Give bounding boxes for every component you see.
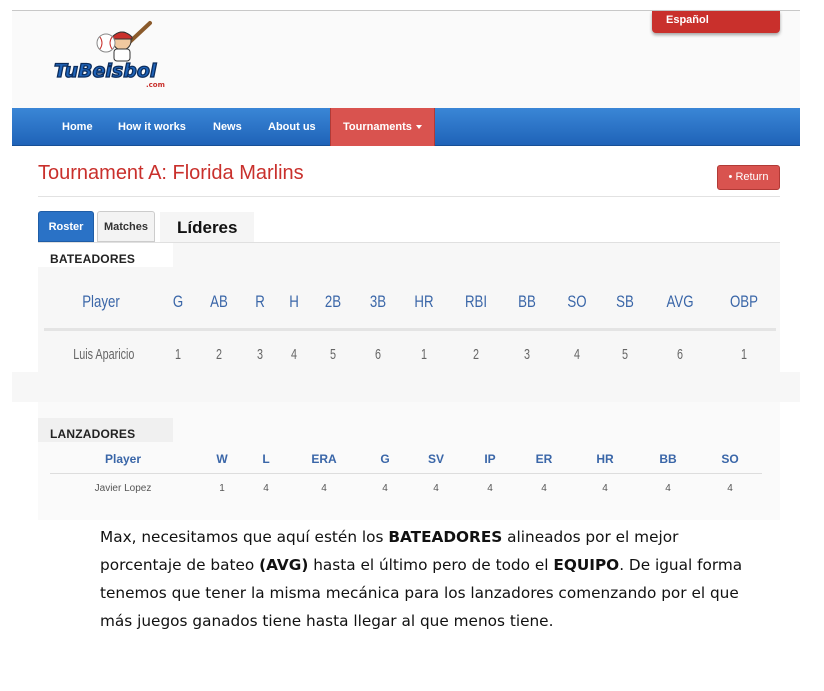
bat-header-so: SO (567, 292, 587, 311)
pitching-section-label: LANZADORES (38, 418, 173, 442)
bat-cell-rbi: 2 (472, 346, 480, 363)
bat-cell-so: 4 (573, 346, 581, 363)
bat-cell-h: 4 (290, 346, 298, 363)
batting-section-label: BATEADORES (38, 243, 173, 267)
leaders-label: Líderes (160, 212, 254, 242)
annotation-note: Max, necesitamos que aquí estén los BATE… (100, 523, 760, 635)
pitch-header-l: L (262, 452, 270, 466)
tab-roster[interactable]: Roster (38, 211, 94, 242)
note-text-3: hasta el último pero de todo el (308, 556, 554, 574)
bat-header-bb: BB (518, 292, 536, 311)
pitch-cell-er: 4 (541, 483, 547, 494)
bat-cell-3b: 6 (374, 346, 382, 363)
logo-wordmark: TuBeisbol (54, 60, 157, 82)
tab-matches[interactable]: Matches (97, 211, 155, 242)
bat-header-3b: 3B (369, 292, 387, 311)
pitch-header-sv: SV (427, 452, 444, 466)
bat-header-avg: AVG (666, 292, 694, 311)
pitch-cell-g: 4 (382, 483, 388, 494)
bat-header-h: H (289, 292, 299, 311)
logo-image: TuBeisbol .com (53, 21, 165, 89)
language-button[interactable]: Español (652, 11, 780, 33)
pitch-cell-w: 1 (219, 483, 225, 494)
bat-cell-sb: 5 (621, 346, 629, 363)
site-header: TuBeisbol .com Español (12, 10, 800, 108)
bat-cell-hr: 1 (420, 346, 428, 363)
pitch-header-g: G (380, 452, 390, 466)
pitch-header-ip: IP (484, 452, 496, 466)
bat-cell-player: Luis Aparicio (73, 346, 135, 363)
bat-header-obp: OBP (729, 292, 759, 311)
nav-about-us[interactable]: About us (268, 108, 316, 146)
pitch-header-bb: BB (659, 452, 677, 466)
main-navbar: Home How it works News About us Tourname… (12, 108, 800, 146)
pitch-header-er: ER (535, 452, 553, 466)
bat-cell-g: 1 (174, 346, 182, 363)
page-title: Tournament A: Florida Marlins (38, 162, 304, 184)
pitching-header-divider (50, 473, 762, 474)
bat-header-ab: AB (210, 292, 228, 311)
note-bold-equipo: EQUIPO (553, 556, 620, 574)
pitch-header-w: W (216, 452, 228, 466)
nav-tournaments[interactable]: Tournaments (330, 108, 435, 146)
pitch-cell-bb: 4 (665, 483, 671, 494)
bat-header-r: R (255, 292, 265, 311)
logo[interactable]: TuBeisbol .com (50, 19, 190, 89)
pitch-header-era: ERA (311, 452, 337, 466)
batting-panel-footer (12, 372, 800, 402)
pitch-cell-hr: 4 (602, 483, 608, 494)
bat-cell-2b: 5 (329, 346, 337, 363)
bat-header-g: G (172, 292, 184, 311)
bat-header-hr: HR (414, 292, 434, 311)
bat-cell-bb: 3 (523, 346, 531, 363)
return-button-label: Return (735, 171, 769, 183)
bat-cell-r: 3 (256, 346, 264, 363)
batting-header-divider (44, 328, 776, 331)
caret-down-icon (415, 125, 422, 130)
pitch-header-so: SO (721, 452, 739, 466)
pitch-cell-ip: 4 (487, 483, 493, 494)
pitch-cell-era: 4 (321, 483, 327, 494)
bat-header-2b: 2B (324, 292, 342, 311)
note-bold-avg: (AVG) (259, 556, 309, 574)
pitch-header-hr: HR (596, 452, 614, 466)
pitch-cell-so: 4 (727, 483, 733, 494)
note-text-1: Max, necesitamos que aquí estén los (100, 528, 389, 546)
nav-how-it-works[interactable]: How it works (118, 108, 186, 146)
bullet-icon: • (728, 171, 733, 183)
logo-suffix: .com (146, 81, 165, 89)
note-bold-bateadores: BATEADORES (388, 528, 503, 546)
bat-cell-avg: 6 (676, 346, 684, 363)
pitch-header-player: Player (104, 452, 142, 466)
bat-cell-ab: 2 (215, 346, 223, 363)
bat-header-player: Player (82, 292, 120, 311)
title-divider (38, 196, 780, 197)
pitch-cell-l: 4 (263, 483, 269, 494)
pitch-cell-player: Javier Lopez (94, 483, 152, 494)
bat-header-rbi: RBI (464, 292, 488, 311)
return-button[interactable]: • Return (717, 165, 780, 190)
bat-cell-obp: 1 (740, 346, 748, 363)
nav-tournaments-label: Tournaments (343, 121, 412, 133)
pitch-cell-sv: 4 (433, 483, 439, 494)
nav-home[interactable]: Home (62, 108, 93, 146)
nav-news[interactable]: News (213, 108, 242, 146)
bat-header-sb: SB (616, 292, 634, 311)
